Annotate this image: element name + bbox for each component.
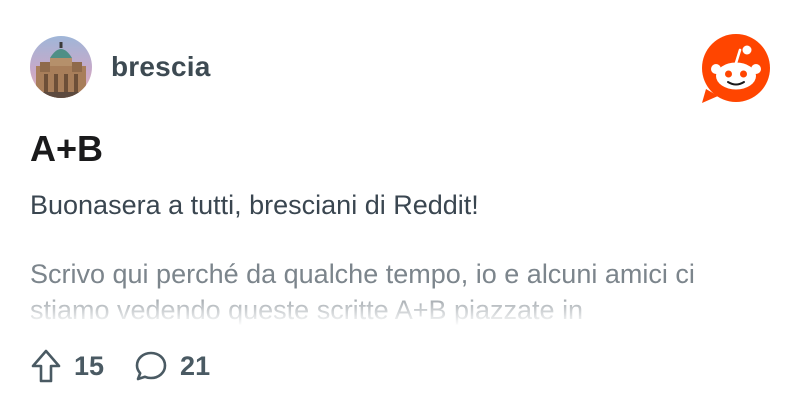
post-header: brescia — [30, 35, 210, 99]
post-body-preview: Scrivo qui perché da qualche tempo, io e… — [30, 259, 695, 325]
post-card[interactable]: brescia A+B Buonasera a tutti, bresciani… — [0, 0, 800, 419]
comments-button[interactable]: 21 — [134, 349, 210, 383]
community-name[interactable]: brescia — [111, 51, 210, 83]
upvote-arrow-icon — [31, 349, 61, 383]
post-actions: 15 21 — [30, 346, 210, 386]
comment-bubble-icon — [135, 351, 167, 381]
upvote-count: 15 — [74, 350, 105, 381]
reddit-logo — [702, 34, 770, 103]
post-title[interactable]: A+B — [30, 128, 103, 170]
comment-count: 21 — [180, 350, 211, 381]
upvote-button[interactable]: 15 — [30, 348, 104, 384]
post-greeting: Buonasera a tutti, bresciani di Reddit! — [30, 190, 479, 220]
community-avatar[interactable] — [30, 36, 92, 98]
